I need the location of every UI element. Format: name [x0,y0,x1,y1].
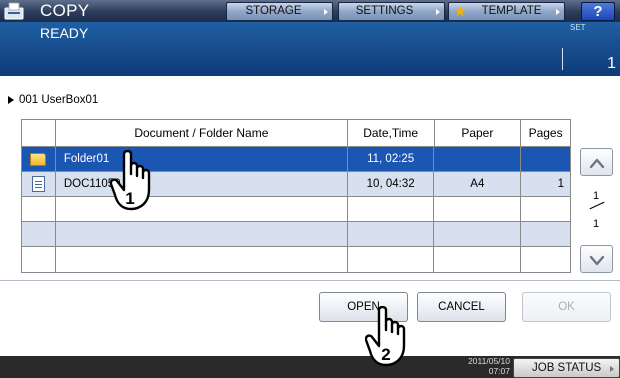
arrow-right-icon [436,9,440,15]
row-name: Folder01 [56,147,348,171]
set-value: 1 [607,55,616,72]
status-bar: READY SET 1 [0,22,620,76]
page-separator [589,201,605,210]
top-bar: COPY STORAGE SETTINGS ★ TEMPLATE ? [0,0,620,22]
divider [0,280,620,281]
job-status-label: JOB STATUS [532,362,602,374]
date-text: 2011/05/10 [468,356,510,366]
table-row [22,247,570,272]
time-text: 07:07 [488,366,510,376]
scroll-down-button[interactable] [580,245,613,273]
star-icon: ★ [454,3,467,19]
page-total: 1 [592,218,600,230]
document-icon [31,176,45,192]
row-date: 10, 04:32 [348,172,435,196]
header-date[interactable]: Date,Time [348,120,435,146]
settings-button-label: SETTINGS [355,5,414,17]
hand-pointer-icon: 2 [365,306,406,367]
status-message: READY [40,25,89,41]
breadcrumb-text: 001 UserBox01 [19,94,99,106]
set-divider [562,48,563,70]
ok-button[interactable]: OK [522,292,611,322]
play-arrow-icon [8,95,14,104]
header-icon-col [22,120,56,146]
table-row[interactable]: DOC11050 10, 04:32 A4 1 [22,172,570,197]
table-row [22,222,570,247]
template-button[interactable]: ★ TEMPLATE [448,2,565,21]
header-name[interactable]: Document / Folder Name [56,120,348,146]
storage-button[interactable]: STORAGE [226,2,333,21]
table-header: Document / Folder Name Date,Time Paper P… [22,120,570,147]
step-1-label: 1 [125,189,134,208]
arrow-right-icon [324,9,328,15]
row-name: DOC11050 [56,172,348,196]
chevron-up-icon [589,158,605,169]
help-button[interactable]: ? [581,2,615,21]
chevron-down-icon [589,255,605,266]
row-pages: 1 [557,178,564,190]
cancel-button[interactable]: CANCEL [417,292,506,322]
settings-button[interactable]: SETTINGS [338,2,445,21]
page-current: 1 [592,190,600,202]
app-title: COPY [40,1,90,20]
breadcrumb: 001 UserBox01 [8,94,98,106]
arrow-right-icon [556,9,560,15]
job-status-button[interactable]: JOB STATUS [513,358,620,378]
folder-icon [30,152,47,166]
arrow-right-icon [610,366,614,372]
row-date: 11, 02:25 [348,147,435,171]
row-pages [521,147,570,171]
copy-icon [4,2,24,20]
date-time: 2011/05/10 07:07 [446,356,510,376]
set-label: SET [570,23,586,32]
step-2-label: 2 [381,345,390,364]
file-table: Document / Folder Name Date,Time Paper P… [21,119,571,273]
table-row[interactable]: Folder01 11, 02:25 [22,147,570,172]
table-row [22,197,570,222]
storage-button-label: STORAGE [245,5,302,17]
header-paper[interactable]: Paper [435,120,522,146]
hand-pointer-icon: 1 [110,150,151,211]
template-button-label: TEMPLATE [481,5,542,17]
row-paper [434,147,522,171]
header-pages[interactable]: Pages [521,120,570,146]
scroll-up-button[interactable] [580,148,613,176]
row-paper: A4 [434,172,522,196]
